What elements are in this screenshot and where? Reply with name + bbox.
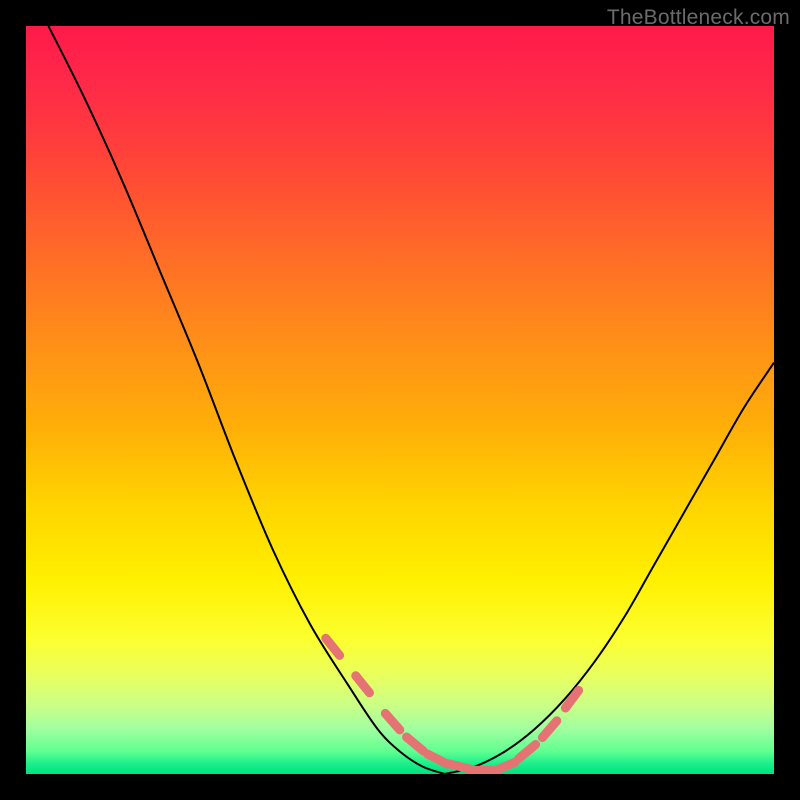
highlight-dash xyxy=(519,745,536,759)
highlight-dash xyxy=(495,762,515,771)
highlight-dash xyxy=(565,690,578,708)
right-curve-line xyxy=(445,363,774,774)
highlight-dash xyxy=(428,754,448,764)
highlight-dashes-group xyxy=(326,638,579,771)
highlight-dash xyxy=(407,737,424,751)
left-curve-line xyxy=(48,26,445,774)
watermark-text: TheBottleneck.com xyxy=(607,6,790,30)
chart-svg xyxy=(26,26,774,774)
highlight-dash xyxy=(385,713,400,730)
highlight-dash xyxy=(356,676,370,693)
highlight-dash xyxy=(542,721,556,738)
